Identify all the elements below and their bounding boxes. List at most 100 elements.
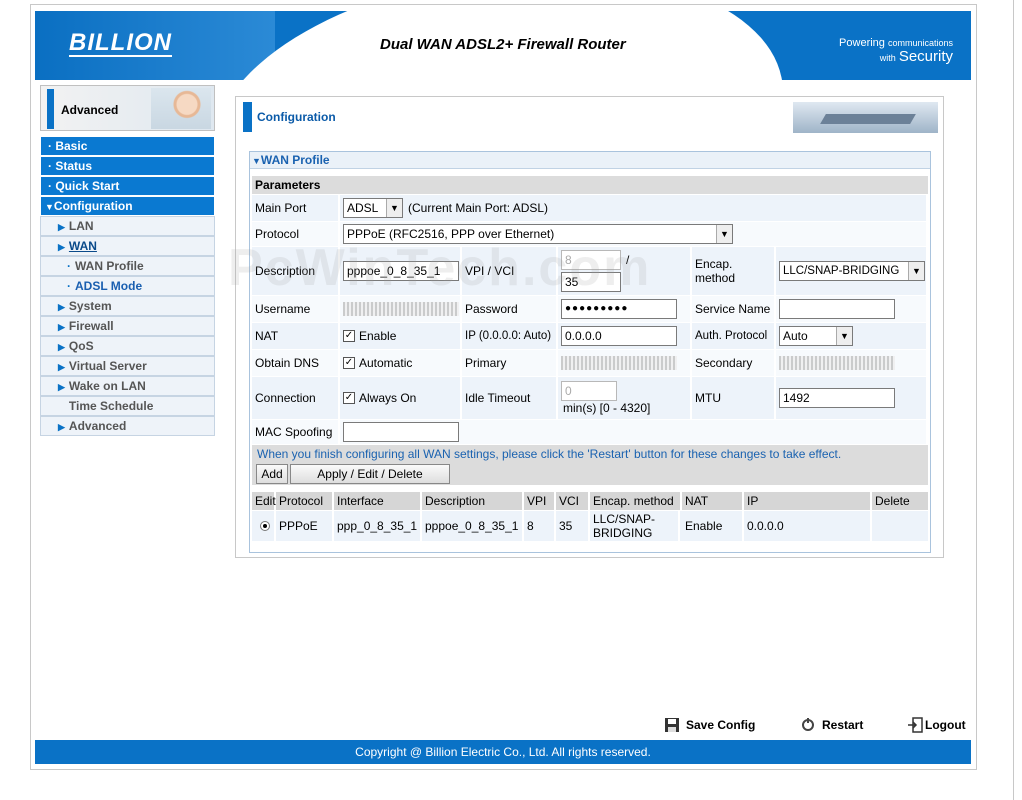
nav-quick-start[interactable]: · Quick Start: [40, 176, 215, 196]
service-name-input[interactable]: [779, 299, 895, 319]
table-row: PPPoE ppp_0_8_35_1 pppoe_0_8_35_1 8 35 L…: [252, 511, 928, 541]
nav-configuration[interactable]: ▼Configuration: [40, 196, 215, 216]
mac-spoofing-cell: [340, 420, 928, 444]
save-icon: [664, 717, 680, 733]
col-ip: IP: [744, 492, 872, 510]
row-nat: Enable: [682, 511, 744, 541]
parameters-header: Parameters: [252, 176, 928, 194]
nav-status[interactable]: · Status: [40, 156, 215, 176]
mtu-cell: [776, 377, 928, 419]
mode-photo: [151, 88, 211, 129]
obtain-dns-checkbox[interactable]: ✓: [343, 357, 355, 369]
nat-cell: ✓ Enable: [340, 323, 462, 349]
apply-edit-delete-button[interactable]: Apply / Edit / Delete: [290, 464, 450, 484]
description-input[interactable]: [343, 261, 459, 281]
primary-label: Primary: [462, 350, 558, 376]
section-bar: [243, 102, 252, 132]
mac-spoofing-input[interactable]: [343, 422, 459, 442]
nat-checkbox[interactable]: ✓: [343, 330, 355, 342]
wan-profile-title[interactable]: ▼WAN Profile: [250, 152, 930, 169]
chevron-down-icon: ▼: [45, 202, 54, 212]
auth-label: Auth. Protocol: [692, 323, 776, 349]
password-input[interactable]: ●●●●●●●●●: [561, 299, 677, 319]
ip-label: IP (0.0.0.0: Auto): [462, 323, 558, 349]
nav-wake-on-lan[interactable]: ▶ Wake on LAN: [40, 376, 215, 396]
chevron-down-icon: ▼: [386, 199, 402, 217]
tagline: Powering communications with Security: [833, 37, 953, 65]
edit-radio[interactable]: [259, 521, 270, 531]
tagline-security: Security: [898, 48, 953, 65]
username-redacted[interactable]: [343, 302, 459, 316]
logout-icon: [907, 717, 923, 733]
row-vci: 35: [556, 511, 590, 541]
nav-time-schedule[interactable]: ▶Time Schedule: [40, 396, 215, 416]
nav-advanced[interactable]: ▶ Advanced: [40, 416, 215, 436]
connection-checkbox[interactable]: ✓: [343, 392, 355, 404]
row-main-port: Main Port ADSL ▼ (Current Main Port: ADSL…: [252, 195, 928, 221]
main-port-select[interactable]: ADSL ▼: [343, 198, 403, 218]
save-config-link[interactable]: Save Config: [664, 717, 755, 733]
nav-system[interactable]: ▶ System: [40, 296, 215, 316]
arrow-right-icon: ▶: [58, 242, 65, 252]
mtu-input[interactable]: [779, 388, 895, 408]
restart-note: When you finish configuring all WAN sett…: [252, 445, 928, 463]
idle-timeout-input[interactable]: [561, 380, 617, 401]
row-nat: NAT ✓ Enable IP (0.0.0.0: Auto) Auth. Pro…: [252, 323, 928, 349]
mode-bar: [47, 89, 54, 129]
wan-profile-panel: ▼WAN Profile Parameters Main Port ADSL ▼ …: [249, 151, 931, 553]
auth-cell: Auto ▼: [776, 323, 928, 349]
password-cell: ●●●●●●●●●: [558, 296, 692, 322]
mac-spoofing-label: MAC Spoofing: [252, 420, 340, 444]
add-button[interactable]: Add: [256, 464, 288, 484]
nav-firewall[interactable]: ▶ Firewall: [40, 316, 215, 336]
nat-label: NAT: [252, 323, 340, 349]
connection-label: Connection: [252, 377, 340, 419]
row-dns: Obtain DNS ✓ Automatic Primary Secondary: [252, 350, 928, 376]
vpi-separator: /: [626, 253, 630, 267]
bullet-icon: ·: [67, 279, 71, 293]
col-nat: NAT: [682, 492, 744, 510]
nav-wan[interactable]: ▶ WAN: [40, 236, 215, 256]
chevron-down-icon: ▼: [908, 262, 924, 280]
copyright-bar: Copyright @ Billion Electric Co., Ltd. A…: [35, 740, 971, 764]
product-title: Dual WAN ADSL2+ Firewall Router: [380, 36, 626, 53]
protocol-cell: PPPoE (RFC2516, PPP over Ethernet) ▼: [340, 222, 928, 246]
restart-link[interactable]: Restart: [800, 717, 863, 733]
nav-qos[interactable]: ▶ QoS: [40, 336, 215, 356]
tagline-communications: communications: [887, 38, 953, 48]
encap-select[interactable]: LLC/SNAP-BRIDGING ▼: [779, 261, 925, 281]
tagline-powering: Powering: [839, 37, 885, 49]
secondary-label: Secondary: [692, 350, 776, 376]
obtain-dns-label: Obtain DNS: [252, 350, 340, 376]
nav-adsl-mode[interactable]: · ADSL Mode: [40, 276, 215, 296]
nav-basic[interactable]: · Basic: [40, 136, 215, 156]
protocol-label: Protocol: [252, 222, 340, 246]
secondary-cell: [776, 350, 928, 376]
restart-icon: [800, 717, 816, 733]
arrow-right-icon: ▶: [58, 382, 65, 392]
secondary-dns-redacted[interactable]: [779, 356, 895, 370]
mtu-label: MTU: [692, 377, 776, 419]
nav-virtual-server[interactable]: ▶ Virtual Server: [40, 356, 215, 376]
primary-dns-redacted[interactable]: [561, 356, 677, 370]
nav-wan-profile[interactable]: · WAN Profile: [40, 256, 215, 276]
header-banner: BILLION Dual WAN ADSL2+ Firewall Router …: [35, 11, 971, 80]
nat-option: Enable: [359, 329, 397, 343]
ip-cell: [558, 323, 692, 349]
row-connection: Connection ✓ Always On Idle Timeout min(s…: [252, 377, 928, 419]
col-delete: Delete: [875, 494, 910, 508]
nav-lan[interactable]: ▶ LAN: [40, 216, 215, 236]
encap-cell: LLC/SNAP-BRIDGING ▼: [776, 247, 928, 295]
row-protocol: PPPoE: [276, 511, 334, 541]
logout-link[interactable]: Logout: [907, 717, 966, 733]
protocol-select[interactable]: PPPoE (RFC2516, PPP over Ethernet) ▼: [343, 224, 733, 244]
ip-input[interactable]: [561, 326, 677, 346]
row-mac-spoofing: MAC Spoofing: [252, 420, 928, 444]
arrow-right-icon: ▶: [58, 222, 65, 232]
vci-input[interactable]: [561, 272, 621, 292]
chevron-down-icon: ▼: [836, 327, 852, 345]
tagline-with: with: [879, 53, 896, 63]
auth-select[interactable]: Auto ▼: [779, 326, 853, 346]
col-protocol: Protocol: [276, 492, 334, 510]
vpi-input[interactable]: [561, 250, 621, 270]
